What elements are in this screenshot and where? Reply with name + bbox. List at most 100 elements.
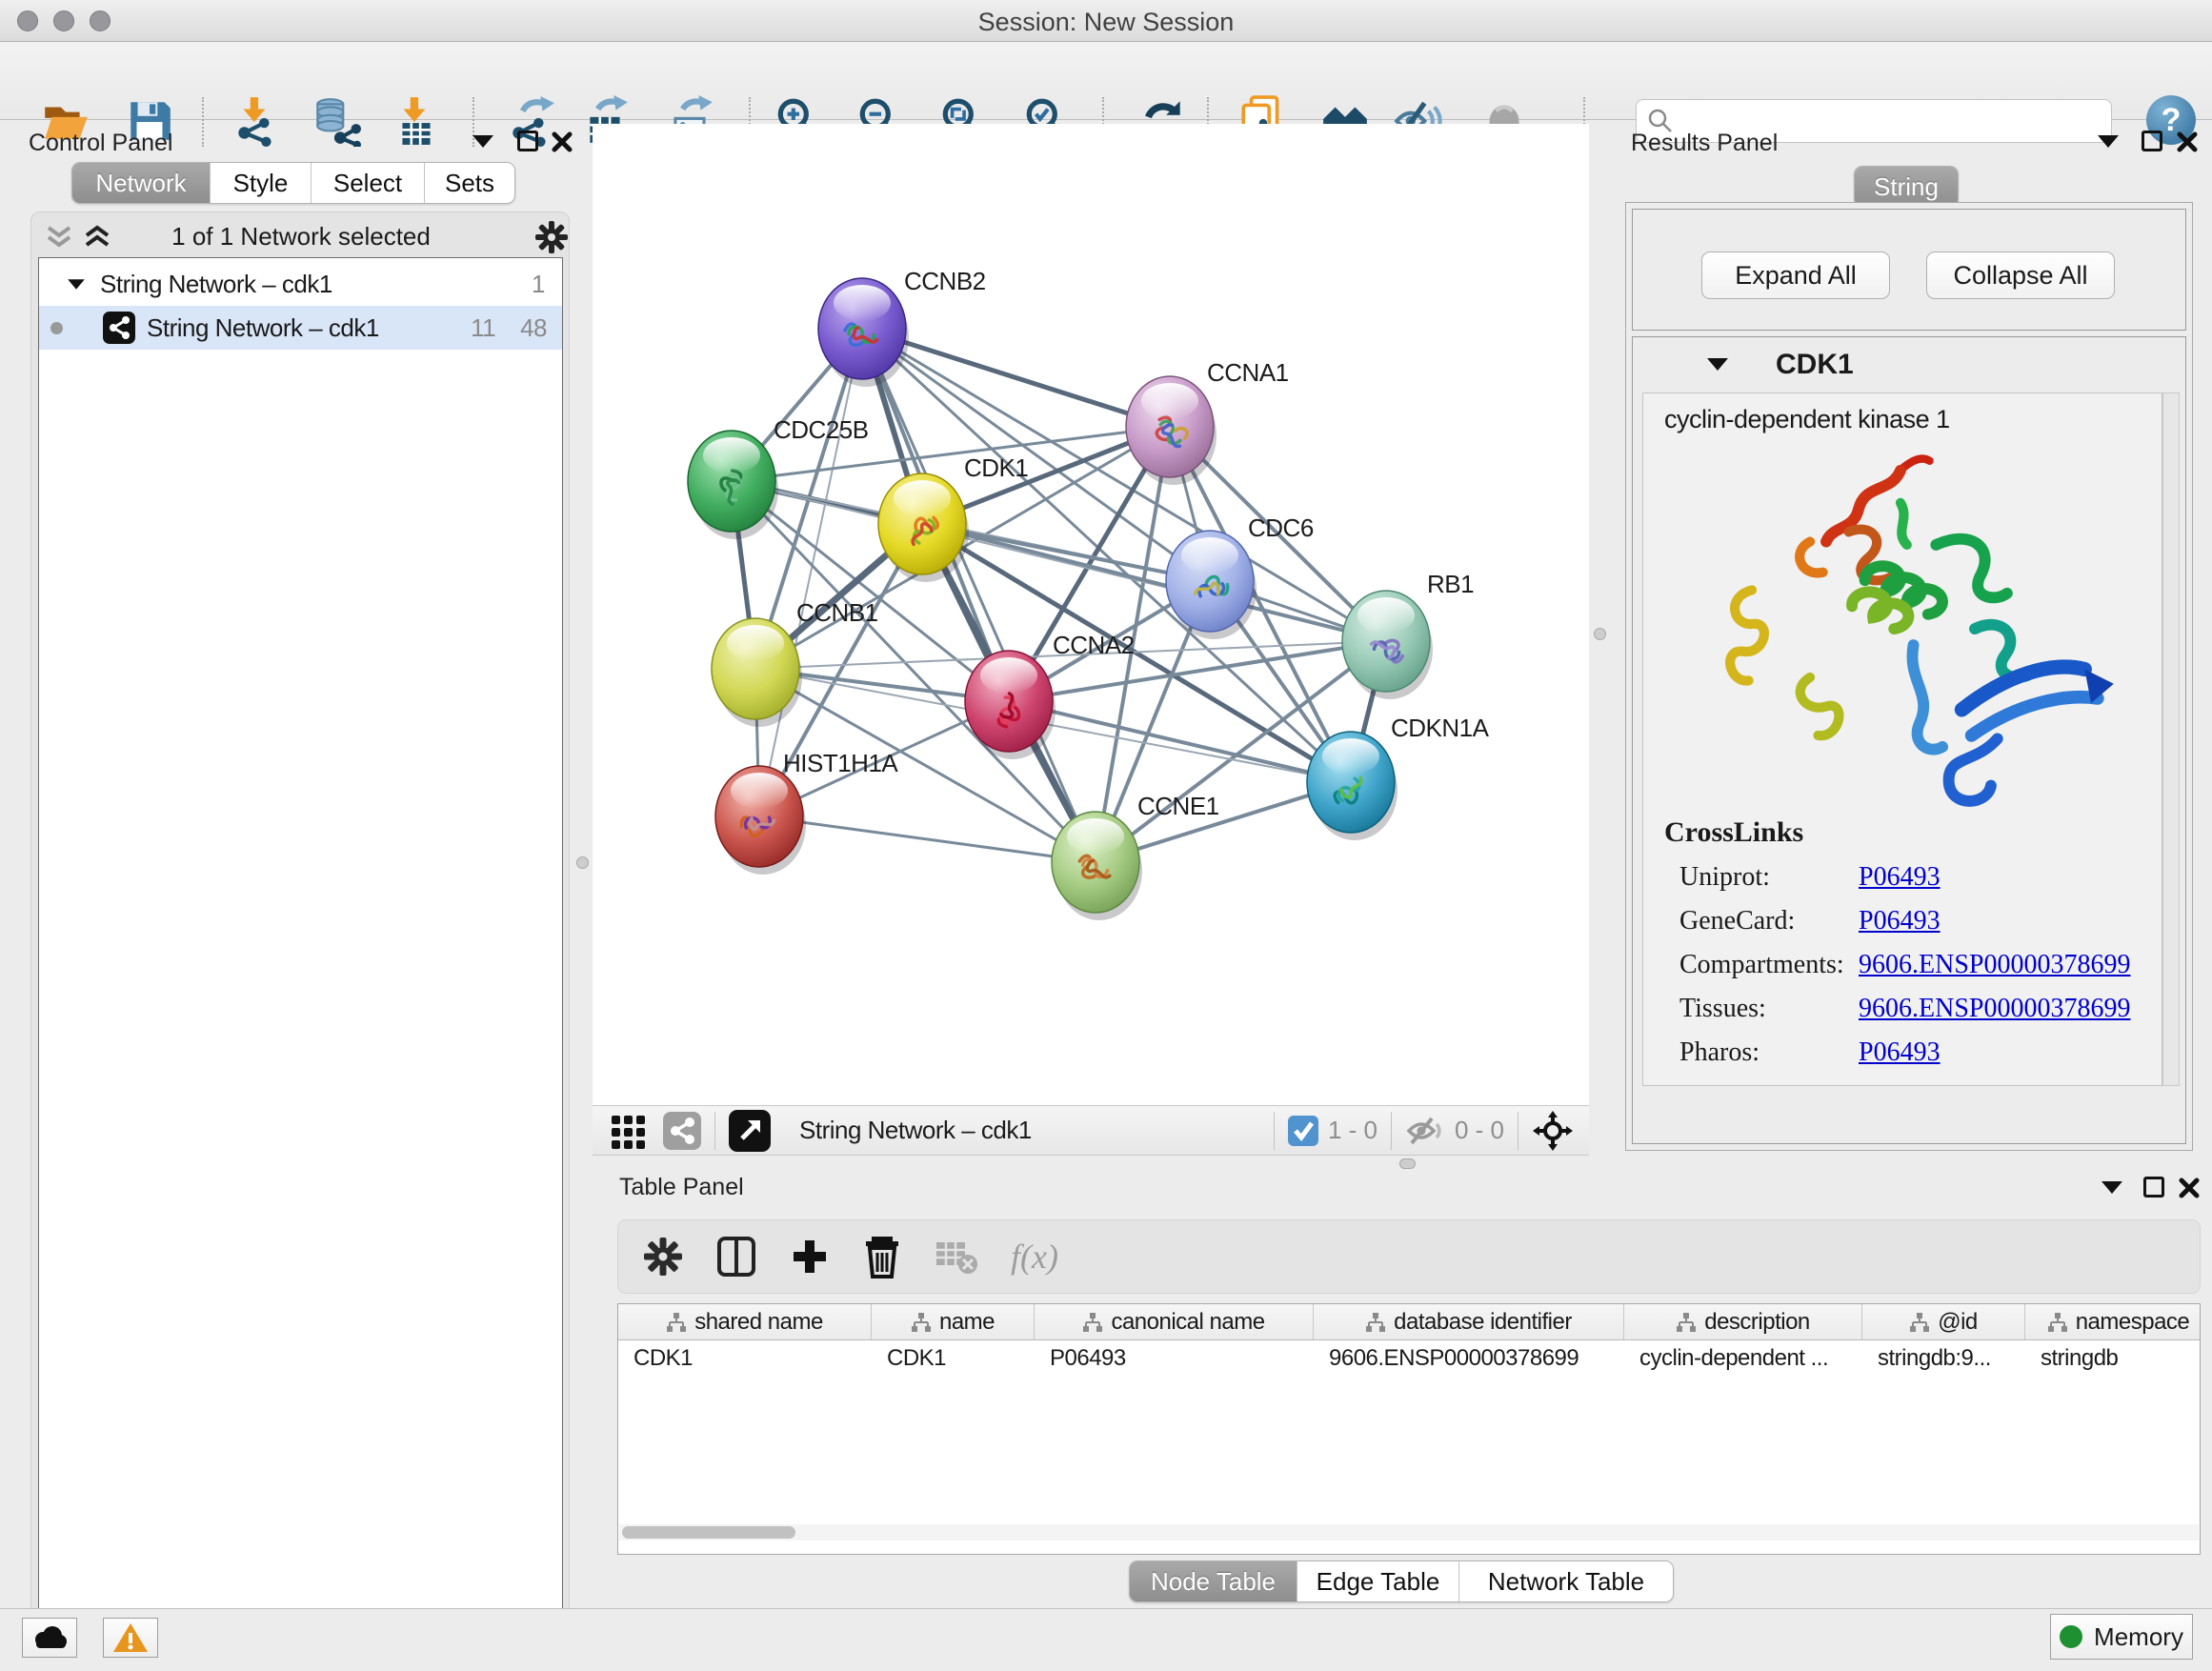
edge-layer[interactable]: [732, 329, 1386, 862]
tab-edge-table[interactable]: Edge Table: [1297, 1561, 1459, 1601]
table-cell[interactable]: stringdb:9...: [1862, 1340, 2025, 1377]
network-node-ccnb2[interactable]: [818, 278, 909, 387]
collapse-all-button[interactable]: Collapse All: [1926, 252, 2115, 299]
table-row[interactable]: CDK1CDK1P064939606.ENSP00000378699cyclin…: [618, 1340, 2200, 1377]
float-panel-icon[interactable]: [2143, 1177, 2164, 1198]
table-cell[interactable]: 9606.ENSP00000378699: [1314, 1340, 1624, 1377]
right-splitter-grip[interactable]: [1594, 628, 1606, 640]
table-cell[interactable]: P06493: [1035, 1340, 1314, 1377]
expand-collapse-box: Expand All Collapse All: [1632, 209, 2186, 331]
warnings-button[interactable]: [103, 1618, 158, 1658]
float-panel-icon[interactable]: [517, 131, 538, 151]
table-hscrollbar[interactable]: [619, 1524, 2199, 1540]
crosslink-link[interactable]: P06493: [1859, 906, 1941, 936]
network-node-count: 11: [471, 313, 495, 343]
memory-button[interactable]: Memory: [2050, 1614, 2193, 1660]
node-table[interactable]: shared name name canonical namedatabase id…: [617, 1303, 2201, 1555]
table-cell[interactable]: cyclin-dependent ...: [1624, 1340, 1862, 1377]
add-column-icon[interactable]: [790, 1237, 830, 1277]
cloud-button[interactable]: [22, 1618, 77, 1658]
crosslink-label: Pharos:: [1679, 1037, 1859, 1068]
network-node-cdk1[interactable]: [878, 473, 969, 582]
network-node-hist1h1a[interactable]: [715, 766, 806, 875]
table-cell[interactable]: CDK1: [618, 1340, 872, 1377]
column-header-database-identifier[interactable]: database identifier: [1314, 1304, 1624, 1339]
tab-network[interactable]: Network: [72, 163, 211, 203]
delete-table-icon[interactable]: [935, 1238, 978, 1275]
column-header-label: namespace: [2076, 1309, 2190, 1336]
node-label-cdc6: CDC6: [1248, 513, 1314, 542]
crosslink-link[interactable]: 9606.ENSP00000378699: [1859, 994, 2130, 1024]
panel-menu-icon[interactable]: [2098, 135, 2119, 148]
table-options-gear-icon[interactable]: [643, 1237, 683, 1277]
crosslink-link[interactable]: P06493: [1859, 1037, 1941, 1068]
column-type-icon: [666, 1312, 687, 1333]
network-node-ccnb1[interactable]: [712, 618, 802, 727]
column-type-icon: [1909, 1312, 1930, 1333]
close-panel-icon[interactable]: [551, 131, 573, 153]
selected-checkbox-icon[interactable]: [1288, 1116, 1318, 1146]
results-scrollbar[interactable]: [2162, 393, 2180, 1086]
table-hscrollbar-thumb[interactable]: [622, 1526, 795, 1539]
function-builder-icon[interactable]: f(x): [1011, 1237, 1058, 1277]
column-header-name[interactable]: name: [872, 1304, 1035, 1339]
crosslink-link[interactable]: P06493: [1859, 862, 1941, 893]
network-selection-summary: 1 of 1 Network selected: [31, 222, 571, 252]
network-edge[interactable]: [1009, 701, 1351, 782]
hidden-eye-icon[interactable]: [1405, 1115, 1445, 1147]
tab-string[interactable]: String: [1855, 167, 1958, 207]
network-node-ccne1[interactable]: [1052, 812, 1142, 920]
crosslink-row: Pharos:P06493: [1679, 1037, 2162, 1068]
collection-expand-icon[interactable]: [68, 279, 85, 289]
expand-all-button[interactable]: Expand All: [1701, 252, 1890, 299]
detach-view-icon[interactable]: [729, 1110, 771, 1152]
float-panel-icon[interactable]: [2142, 131, 2162, 151]
network-node-ccna1[interactable]: [1126, 376, 1217, 485]
cloud-icon: [30, 1624, 69, 1651]
gear-icon[interactable]: [534, 220, 569, 254]
tab-style[interactable]: Style: [211, 163, 312, 203]
panel-menu-icon[interactable]: [2101, 1181, 2122, 1194]
column-header--id[interactable]: @id: [1862, 1304, 2025, 1339]
network-graph[interactable]: CCNB2CCNA1CDC25BCDK1CDC6RB1CCNB1CCNA2CDK…: [593, 124, 1589, 1105]
tab-node-table[interactable]: Node Table: [1130, 1561, 1297, 1601]
tab-network-table[interactable]: Network Table: [1459, 1561, 1673, 1601]
tab-sets[interactable]: Sets: [425, 163, 514, 203]
control-panel-title: Control Panel: [29, 130, 172, 157]
column-header-canonical-name[interactable]: canonical name: [1035, 1304, 1314, 1339]
network-edge[interactable]: [759, 816, 1096, 862]
left-splitter-grip[interactable]: [576, 856, 589, 869]
close-panel-icon[interactable]: [2176, 131, 2199, 153]
collection-count: 1: [532, 270, 545, 299]
network-node-cdc25b[interactable]: [688, 431, 778, 539]
network-view-icon[interactable]: [663, 1112, 701, 1150]
table-cell[interactable]: CDK1: [872, 1340, 1035, 1377]
protein-name: CDK1: [1776, 349, 1854, 381]
close-panel-icon[interactable]: [2178, 1177, 2201, 1199]
grid-view-icon[interactable]: [610, 1112, 648, 1150]
section-collapse-icon[interactable]: [1707, 358, 1728, 371]
tab-select[interactable]: Select: [312, 163, 425, 203]
network-node-ccna2[interactable]: [965, 651, 1056, 759]
network-node-cdkn1a[interactable]: [1307, 732, 1398, 840]
bottom-splitter-grip[interactable]: [1399, 1158, 1416, 1169]
main-toolbar: ?: [0, 42, 2212, 120]
network-collection-row[interactable]: String Network – cdk1 1: [39, 262, 562, 306]
delete-column-icon[interactable]: [862, 1235, 902, 1278]
crosslinks-list: Uniprot:P06493GeneCard:P06493Compartment…: [1643, 862, 2162, 1068]
column-type-icon: [1082, 1312, 1103, 1333]
column-header-label: name: [939, 1309, 995, 1336]
column-header-shared-name[interactable]: shared name: [618, 1304, 872, 1339]
crosslink-link[interactable]: 9606.ENSP00000378699: [1859, 950, 2130, 980]
show-columns-icon[interactable]: [715, 1235, 757, 1278]
column-header-description[interactable]: description: [1624, 1304, 1862, 1339]
table-cell[interactable]: stringdb: [2025, 1340, 2201, 1377]
network-edge[interactable]: [862, 329, 1096, 862]
birds-eye-icon[interactable]: [1532, 1110, 1574, 1152]
panel-menu-icon[interactable]: [473, 135, 493, 148]
network-canvas[interactable]: CCNB2CCNA1CDC25BCDK1CDC6RB1CCNB1CCNA2CDK…: [593, 124, 1589, 1105]
network-node-rb1[interactable]: [1342, 591, 1433, 699]
network-row[interactable]: String Network – cdk1 11 48: [39, 306, 562, 350]
title-bar: Session: New Session: [0, 0, 2212, 42]
column-header-namespace[interactable]: namespace: [2025, 1304, 2201, 1339]
